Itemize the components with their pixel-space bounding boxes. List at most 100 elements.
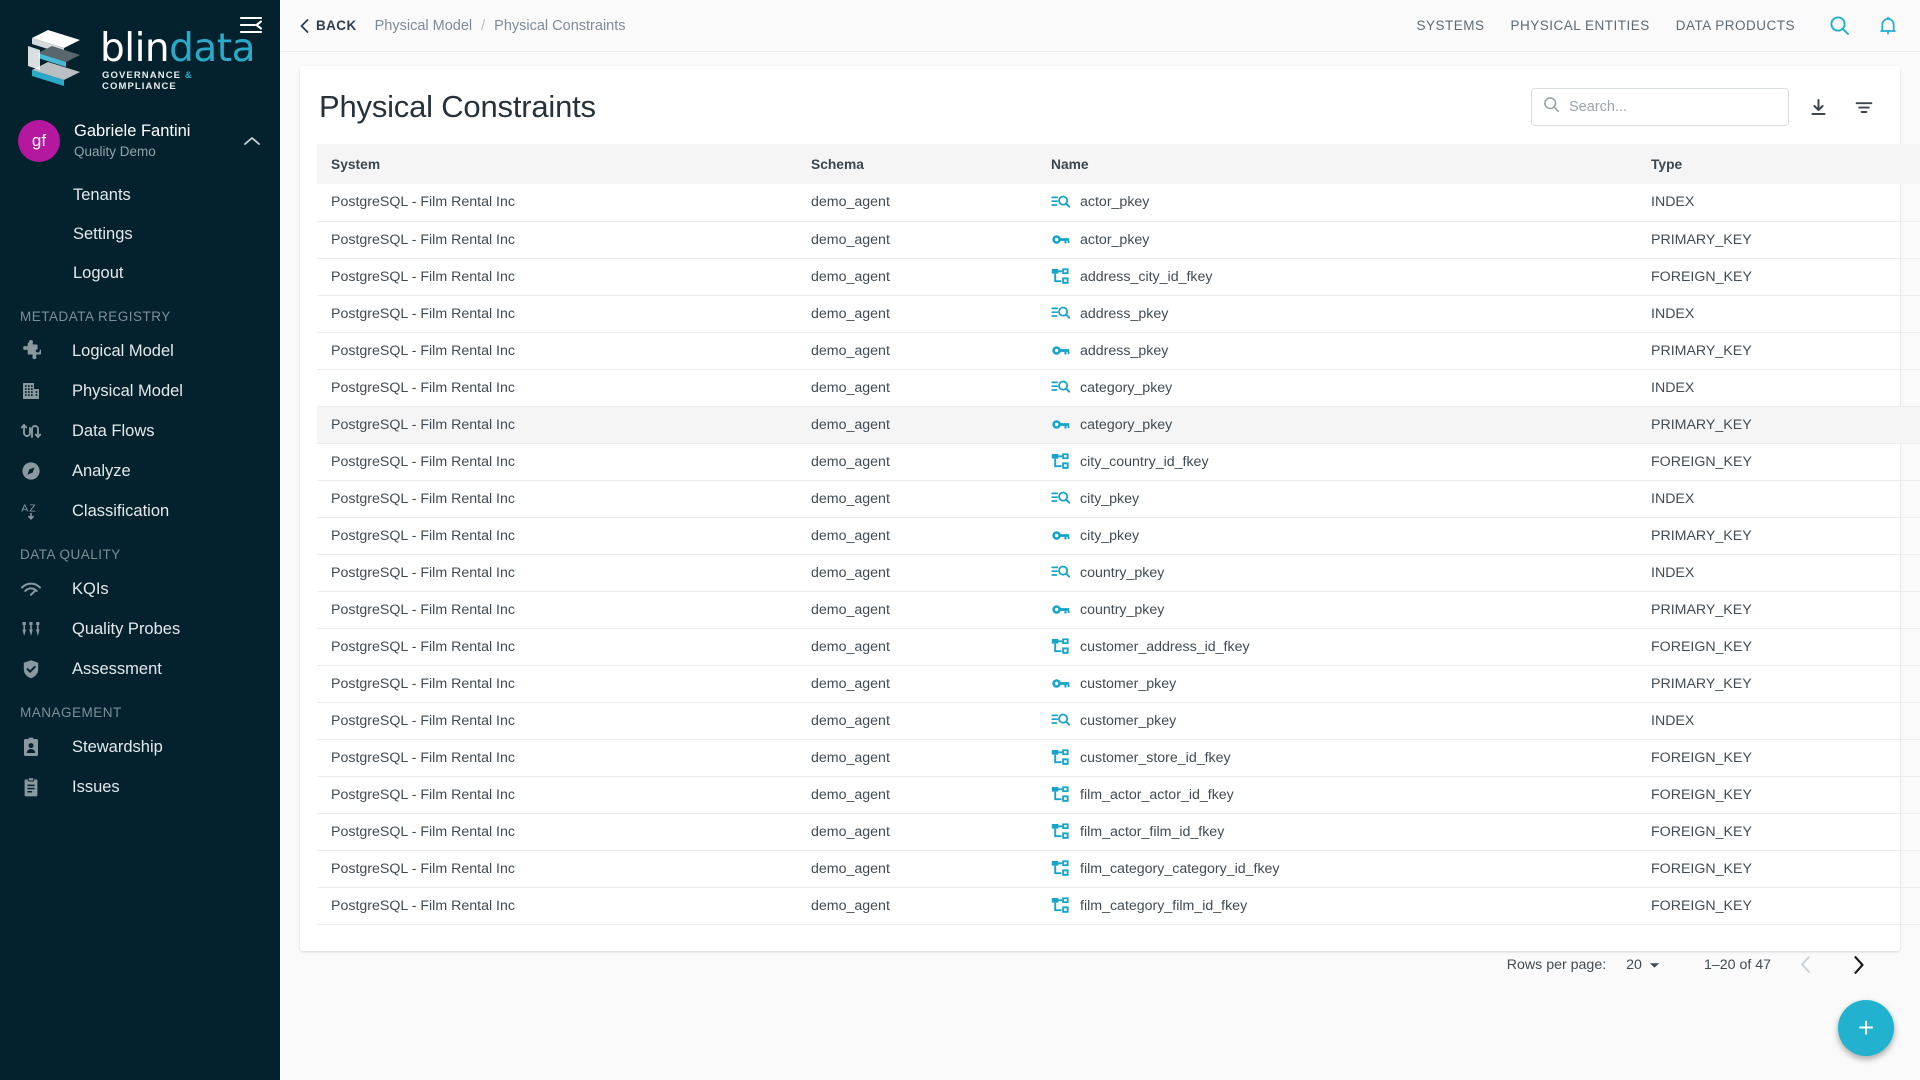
sidebar-item-settings[interactable]: Settings xyxy=(0,215,280,254)
constraint-name-label: address_pkey xyxy=(1080,305,1169,322)
sidebar-item-label: Logical Model xyxy=(72,341,174,360)
table-row[interactable]: PostgreSQL - Film Rental Inc demo_agent fi… xyxy=(317,776,1920,814)
column-header-schema[interactable]: Schema xyxy=(797,144,1037,184)
sidebar-item-assessment[interactable]: Assessment xyxy=(0,649,280,689)
index-icon xyxy=(1051,563,1070,582)
sidebar-item-label: Issues xyxy=(72,777,120,796)
table-row[interactable]: PostgreSQL - Film Rental Inc demo_agent ad… xyxy=(317,295,1920,333)
tagline-left: GOVERNANCE xyxy=(102,70,182,82)
cell-schema: demo_agent xyxy=(797,591,1037,629)
sidebar-item-analyze[interactable]: Analyze xyxy=(0,451,280,491)
column-header-type[interactable]: Type xyxy=(1637,144,1920,184)
top-nav-physical-entities[interactable]: PHYSICAL ENTITIES xyxy=(1510,18,1649,33)
sidebar-item-logout[interactable]: Logout xyxy=(0,254,280,293)
chevron-up-icon[interactable] xyxy=(244,133,264,149)
foreign-key-icon xyxy=(1051,896,1070,915)
sidebar-item-data-flows[interactable]: Data Flows xyxy=(0,411,280,451)
add-constraint-button[interactable]: + xyxy=(1838,1000,1894,1056)
cell-name: film_category_film_id_fkey xyxy=(1037,887,1637,925)
foreign-key-icon xyxy=(1051,452,1070,471)
table-row[interactable]: PostgreSQL - Film Rental Inc demo_agent ac… xyxy=(317,184,1920,222)
table-row[interactable]: PostgreSQL - Film Rental Inc demo_agent ca… xyxy=(317,369,1920,407)
cell-system: PostgreSQL - Film Rental Inc xyxy=(317,369,797,407)
constraint-name-label: film_actor_film_id_fkey xyxy=(1080,823,1225,840)
table-row[interactable]: PostgreSQL - Film Rental Inc demo_agent ca… xyxy=(317,406,1920,444)
top-nav-data-products[interactable]: DATA PRODUCTS xyxy=(1676,18,1795,33)
sidebar-item-classification[interactable]: A Z Classification xyxy=(0,491,280,531)
sidebar-item-kqis[interactable]: KQIs xyxy=(0,569,280,609)
search-icon[interactable] xyxy=(1829,15,1850,36)
cell-name: film_actor_actor_id_fkey xyxy=(1037,776,1637,814)
cell-system: PostgreSQL - Film Rental Inc xyxy=(317,628,797,666)
user-name: Gabriele Fantini xyxy=(74,122,191,141)
foreign-key-icon xyxy=(1051,859,1070,878)
back-button[interactable]: BACK xyxy=(300,18,375,33)
id-badge-icon xyxy=(20,736,72,758)
sidebar-item-label: Classification xyxy=(72,501,170,520)
app-root: blindata GOVERNANCE & COMPLIANCE gf Gabr… xyxy=(0,0,1920,1080)
breadcrumb-current: Physical Constraints xyxy=(494,17,626,34)
search-input[interactable] xyxy=(1569,99,1777,115)
constraint-name-label: customer_pkey xyxy=(1080,675,1177,692)
constraint-name-label: city_country_id_fkey xyxy=(1080,453,1209,470)
table-row[interactable]: PostgreSQL - Film Rental Inc demo_agent fi… xyxy=(317,887,1920,925)
bell-icon[interactable] xyxy=(1878,15,1898,37)
user-menu-toggle[interactable]: gf Gabriele Fantini Quality Demo xyxy=(0,108,280,176)
cell-schema: demo_agent xyxy=(797,739,1037,777)
table-row[interactable]: PostgreSQL - Film Rental Inc demo_agent ac… xyxy=(317,221,1920,259)
table-row[interactable]: PostgreSQL - Film Rental Inc demo_agent cu… xyxy=(317,665,1920,703)
cell-type: INDEX xyxy=(1637,702,1920,740)
content-area: Physical Constraints Search... System Sc… xyxy=(280,52,1920,1080)
table-row[interactable]: PostgreSQL - Film Rental Inc demo_agent ci… xyxy=(317,480,1920,518)
cell-name: category_pkey xyxy=(1037,369,1637,407)
cell-system: PostgreSQL - Film Rental Inc xyxy=(317,887,797,925)
cell-name: film_actor_film_id_fkey xyxy=(1037,813,1637,851)
cell-name: city_pkey xyxy=(1037,517,1637,555)
index-icon xyxy=(1051,711,1070,730)
cell-schema: demo_agent xyxy=(797,295,1037,333)
cell-type: FOREIGN_KEY xyxy=(1637,258,1920,296)
table-row[interactable]: PostgreSQL - Film Rental Inc demo_agent cu… xyxy=(317,739,1920,777)
svg-text:Z: Z xyxy=(29,503,36,515)
search-box[interactable] xyxy=(1531,88,1789,126)
table-row[interactable]: PostgreSQL - Film Rental Inc demo_agent ci… xyxy=(317,517,1920,555)
table-header-row: System Schema Name Type xyxy=(317,144,1920,184)
constraints-card: Physical Constraints Search... System Sc… xyxy=(300,66,1920,974)
sidebar-item-stewardship[interactable]: Stewardship xyxy=(0,727,280,767)
cell-system: PostgreSQL - Film Rental Inc xyxy=(317,554,797,592)
sidebar-item-quality-probes[interactable]: Quality Probes xyxy=(0,609,280,649)
sidebar-item-issues[interactable]: Issues xyxy=(0,767,280,807)
cell-type: PRIMARY_KEY xyxy=(1637,517,1920,555)
cell-schema: demo_agent xyxy=(797,776,1037,814)
sidebar-item-logical-model[interactable]: Logical Model xyxy=(0,331,280,371)
tagline-amp: & xyxy=(184,70,193,82)
table-row[interactable]: PostgreSQL - Film Rental Inc demo_agent co… xyxy=(317,554,1920,592)
table-row[interactable]: PostgreSQL - Film Rental Inc demo_agent co… xyxy=(317,591,1920,629)
topbar: BACK Physical Model / Physical Constrain… xyxy=(280,0,1920,52)
download-icon[interactable] xyxy=(1801,90,1835,124)
table-row[interactable]: PostgreSQL - Film Rental Inc demo_agent ad… xyxy=(317,258,1920,296)
table-row[interactable]: PostgreSQL - Film Rental Inc demo_agent ci… xyxy=(317,443,1920,481)
table-row[interactable]: PostgreSQL - Film Rental Inc demo_agent ad… xyxy=(317,332,1920,370)
top-navigation: SYSTEMS PHYSICAL ENTITIES DATA PRODUCTS xyxy=(1416,18,1795,33)
column-header-name[interactable]: Name xyxy=(1037,144,1637,184)
constraint-name-label: customer_store_id_fkey xyxy=(1080,749,1231,766)
column-header-system[interactable]: System xyxy=(317,144,797,184)
prev-page-button[interactable] xyxy=(1785,945,1825,985)
breadcrumb-parent[interactable]: Physical Model xyxy=(375,18,473,34)
cell-name: actor_pkey xyxy=(1037,221,1637,259)
table-row[interactable]: PostgreSQL - Film Rental Inc demo_agent fi… xyxy=(317,850,1920,888)
next-page-button[interactable] xyxy=(1839,945,1879,985)
collapse-menu-icon[interactable] xyxy=(236,10,266,40)
sidebar-item-physical-model[interactable]: Physical Model xyxy=(0,371,280,411)
table-row[interactable]: PostgreSQL - Film Rental Inc demo_agent cu… xyxy=(317,702,1920,740)
cell-type: INDEX xyxy=(1637,184,1920,222)
table-body: PostgreSQL - Film Rental Inc demo_agent ac… xyxy=(317,184,1920,925)
rows-per-page-select[interactable]: 20 xyxy=(1626,957,1660,973)
top-nav-systems[interactable]: SYSTEMS xyxy=(1416,18,1484,33)
sidebar-item-tenants[interactable]: Tenants xyxy=(0,176,280,215)
table-row[interactable]: PostgreSQL - Film Rental Inc demo_agent fi… xyxy=(317,813,1920,851)
filter-icon[interactable] xyxy=(1847,90,1881,124)
table-row[interactable]: PostgreSQL - Film Rental Inc demo_agent cu… xyxy=(317,628,1920,666)
constraint-name-label: country_pkey xyxy=(1080,601,1165,618)
